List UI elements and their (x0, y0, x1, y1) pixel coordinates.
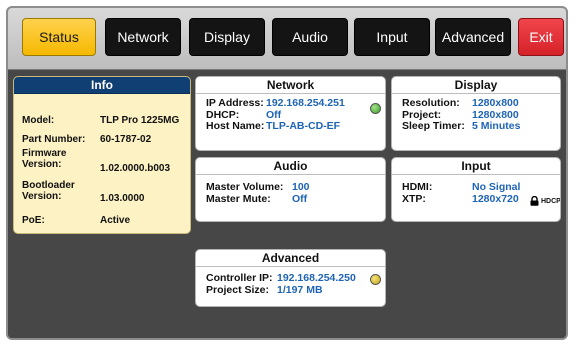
audio-title: Audio (196, 158, 385, 175)
bootloader-value: 1.03.0000 (100, 193, 145, 204)
resolution-value: 1280x800 (472, 97, 519, 109)
model-label: Model: (22, 115, 55, 126)
advanced-panel: Advanced Controller IP: 192.168.254.250 P… (195, 249, 386, 307)
advanced-title: Advanced (196, 250, 385, 267)
controller-status-indicator-icon (370, 274, 381, 285)
tab-advanced[interactable]: Advanced (435, 18, 511, 56)
ip-address-value: 192.168.254.251 (266, 97, 345, 109)
input-panel: Input HDMI: No Signal XTP: 1280x720 HDCP (391, 157, 561, 222)
network-title: Network (196, 77, 385, 94)
display-title: Display (392, 77, 560, 94)
hdcp-indicator: HDCP (530, 196, 561, 206)
lock-icon (530, 196, 539, 206)
display-panel: Display Resolution: 1280x800 Project: 1280… (391, 76, 561, 151)
hdmi-label: HDMI: (402, 181, 433, 193)
master-mute-label: Master Mute: (206, 192, 271, 205)
hdcp-label: HDCP (541, 197, 561, 205)
part-number-value: 60-1787-02 (100, 134, 152, 145)
xtp-label: XTP: (402, 192, 426, 205)
info-panel: Info Model: TLP Pro 1225MG Part Number: … (13, 76, 191, 234)
xtp-value: 1280x720 (472, 192, 519, 205)
tab-exit[interactable]: Exit (518, 18, 564, 56)
controller-ip-label: Controller IP: (206, 272, 273, 284)
tab-status[interactable]: Status (22, 18, 96, 56)
firmware-label-line2: Version: (22, 159, 62, 170)
tab-input[interactable]: Input (354, 18, 430, 56)
sleep-timer-label: Sleep Timer: (402, 120, 465, 132)
project-size-value: 1/197 MB (277, 283, 323, 296)
audio-panel: Audio Master Volume: 100 Master Mute: Off (195, 157, 386, 222)
touch-panel-frame: Status Network Display Audio Input Advan… (6, 6, 568, 340)
resolution-label: Resolution: (402, 97, 460, 109)
model-value: TLP Pro 1225MG (100, 115, 180, 126)
bootloader-label-line2: Version: (22, 191, 62, 202)
network-panel: Network IP Address: 192.168.254.251 DHCP:… (195, 76, 386, 151)
network-status-indicator-icon (370, 103, 381, 114)
sleep-timer-value: 5 Minutes (472, 120, 521, 132)
ip-address-label: IP Address: (206, 97, 264, 109)
firmware-value: 1.02.0000.b003 (100, 163, 171, 174)
part-number-label: Part Number: (22, 134, 86, 145)
firmware-label-line1: Firmware (22, 148, 67, 159)
tab-audio[interactable]: Audio (272, 18, 348, 56)
status-content: Info Model: TLP Pro 1225MG Part Number: … (8, 71, 566, 338)
host-name-value: TLP-AB-CD-EF (266, 120, 341, 132)
info-title: Info (14, 77, 190, 94)
master-volume-value: 100 (292, 181, 310, 193)
poe-label: PoE: (22, 215, 45, 226)
master-volume-label: Master Volume: (206, 181, 284, 193)
master-mute-value: Off (292, 192, 308, 205)
host-name-label: Host Name: (206, 120, 265, 132)
controller-ip-value: 192.168.254.250 (277, 272, 356, 284)
poe-value: Active (100, 215, 131, 226)
tab-network[interactable]: Network (105, 18, 181, 56)
project-size-label: Project Size: (206, 283, 270, 296)
tab-display[interactable]: Display (189, 18, 265, 56)
hdmi-value: No Signal (472, 181, 521, 193)
input-title: Input (392, 158, 560, 175)
tab-bar: Status Network Display Audio Input Advan… (8, 8, 566, 70)
bootloader-label-line1: Bootloader (22, 180, 75, 191)
